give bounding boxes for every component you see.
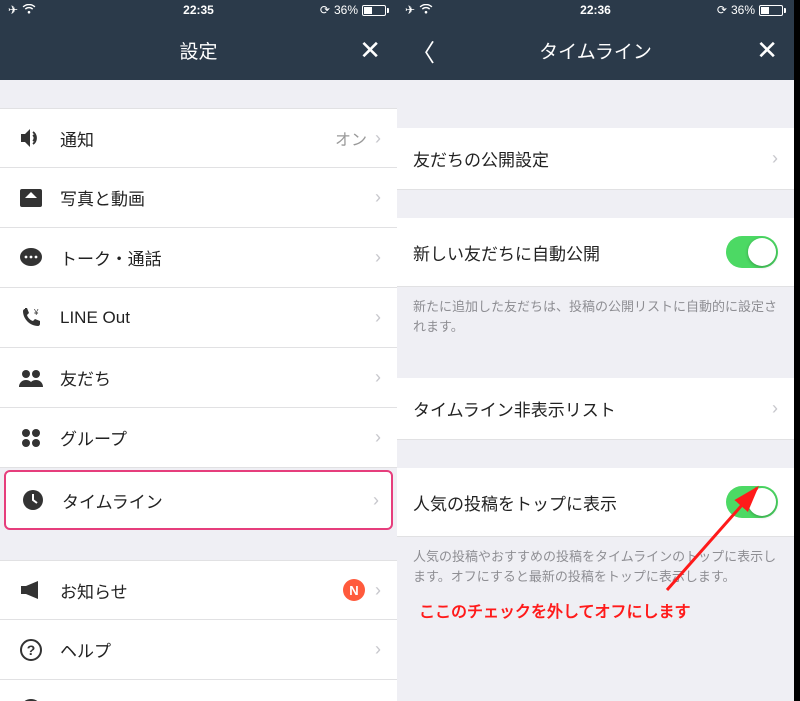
settings-row-grid[interactable]: グループ› — [0, 408, 397, 468]
row-label: 写真と動画 — [60, 185, 375, 210]
chevron-right-icon: › — [375, 427, 381, 448]
battery-icon — [759, 5, 786, 16]
annotation-arrow-icon — [647, 470, 777, 600]
annotation-text: ここのチェックを外してオフにします — [419, 598, 691, 622]
nav-bar: 〈 タイムライン ✕ — [397, 20, 794, 80]
settings-row-info[interactable]: iLINEについて› — [0, 680, 397, 701]
settings-row-help[interactable]: ? ヘルプ› — [0, 620, 397, 680]
chevron-right-icon: › — [375, 367, 381, 388]
wifi-icon — [419, 3, 433, 17]
settings-row-people[interactable]: 友だち› — [0, 348, 397, 408]
row-label: 新しい友だちに自動公開 — [413, 240, 726, 265]
svg-text:?: ? — [27, 642, 36, 658]
row-label: LINE Out — [60, 308, 375, 328]
settings-list: 通知オン›写真と動画›トーク・通話›¥LINE Out›友だち›グループ›タイム… — [0, 80, 397, 701]
new-badge: N — [343, 579, 365, 601]
chevron-right-icon: › — [375, 580, 381, 601]
row-label: お知らせ — [60, 578, 343, 603]
svg-text:¥: ¥ — [33, 308, 39, 317]
battery-pct: 36% — [731, 3, 755, 17]
row-description: 新たに追加した友だちは、投稿の公開リストに自動的に設定されます。 — [397, 287, 794, 350]
close-icon[interactable]: ✕ — [756, 35, 778, 66]
battery-icon — [362, 5, 389, 16]
wifi-icon — [22, 3, 36, 17]
speaker-icon — [16, 127, 46, 149]
photo-icon — [16, 188, 46, 208]
chevron-right-icon: › — [772, 398, 778, 419]
chevron-right-icon: › — [375, 639, 381, 660]
chat-icon — [16, 247, 46, 269]
toggle-switch[interactable] — [726, 236, 778, 268]
status-time: 22:35 — [183, 3, 214, 17]
megaphone-icon — [16, 580, 46, 600]
nav-bar: 設定 ✕ — [0, 20, 397, 80]
nav-title: タイムライン — [539, 37, 652, 64]
chevron-right-icon: › — [373, 490, 379, 511]
chevron-right-icon: › — [375, 128, 381, 149]
row-label: トーク・通話 — [60, 245, 375, 270]
screen-settings: ✈ 22:35 ⟳ 36% 設定 ✕ 通知オン›写真と動画›トーク・通話›¥LI… — [0, 0, 397, 701]
row-label: グループ — [60, 425, 375, 450]
lock-icon: ⟳ — [717, 3, 727, 17]
screen-timeline-settings: ✈ 22:36 ⟳ 36% 〈 タイムライン ✕ 友だちの公開設定›新しい友だち… — [397, 0, 794, 701]
status-time: 22:36 — [580, 3, 611, 17]
airplane-icon: ✈ — [405, 3, 415, 17]
row-label: 通知 — [60, 126, 335, 151]
settings-row-clock[interactable]: タイムライン› — [4, 470, 393, 530]
row-value: オン — [335, 126, 367, 150]
chevron-right-icon: › — [772, 148, 778, 169]
row-label: タイムライン非表示リスト — [413, 396, 772, 421]
row-label: LINEについて — [60, 697, 375, 701]
phone-icon: ¥ — [16, 307, 46, 329]
lock-icon: ⟳ — [320, 3, 330, 17]
chevron-right-icon: › — [375, 307, 381, 328]
grid-icon — [16, 428, 46, 448]
status-bar: ✈ 22:35 ⟳ 36% — [0, 0, 397, 20]
settings-row-photo[interactable]: 写真と動画› — [0, 168, 397, 228]
row-label: 友だち — [60, 365, 375, 390]
row-label: タイムライン — [62, 488, 373, 513]
row-label: ヘルプ — [60, 637, 375, 662]
airplane-icon: ✈ — [8, 3, 18, 17]
help-icon: ? — [16, 639, 46, 661]
people-icon — [16, 368, 46, 388]
timeline-row[interactable]: 新しい友だちに自動公開 — [397, 218, 794, 287]
battery-pct: 36% — [334, 3, 358, 17]
chevron-right-icon: › — [375, 187, 381, 208]
status-bar: ✈ 22:36 ⟳ 36% — [397, 0, 794, 20]
settings-row-megaphone[interactable]: お知らせN › — [0, 560, 397, 620]
chevron-right-icon: › — [375, 247, 381, 268]
close-icon[interactable]: ✕ — [359, 35, 381, 66]
settings-row-chat[interactable]: トーク・通話› — [0, 228, 397, 288]
nav-title: 設定 — [179, 37, 217, 64]
settings-row-speaker[interactable]: 通知オン › — [0, 108, 397, 168]
row-label: 友だちの公開設定 — [413, 146, 772, 171]
clock-icon — [18, 489, 48, 511]
timeline-row[interactable]: タイムライン非表示リスト› — [397, 378, 794, 440]
timeline-row[interactable]: 友だちの公開設定› — [397, 128, 794, 190]
back-icon[interactable]: 〈 — [411, 33, 435, 68]
settings-row-phone[interactable]: ¥ LINE Out› — [0, 288, 397, 348]
